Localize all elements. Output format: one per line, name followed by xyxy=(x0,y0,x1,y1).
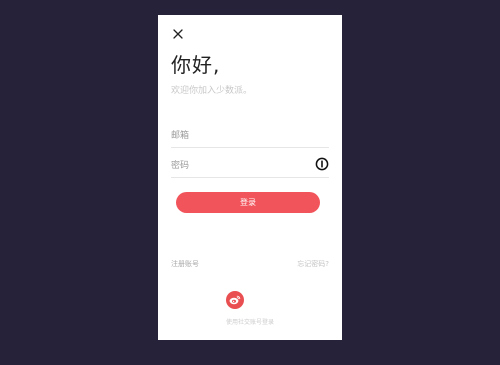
close-button[interactable] xyxy=(171,27,185,41)
password-field-row xyxy=(171,157,329,178)
register-link[interactable]: 注册账号 xyxy=(171,259,199,269)
email-field-row xyxy=(171,127,329,148)
page-title: 你好, xyxy=(171,53,221,77)
login-button[interactable]: 登录 xyxy=(176,192,320,213)
welcome-text: 欢迎你加入少数派。 xyxy=(171,86,253,96)
password-field[interactable] xyxy=(171,157,311,175)
password-visibility-toggle[interactable] xyxy=(315,157,329,171)
forgot-password-link[interactable]: 忘记密码? xyxy=(297,259,329,269)
weibo-login-button[interactable] xyxy=(226,291,244,309)
weibo-icon xyxy=(229,295,241,305)
close-icon xyxy=(173,29,183,39)
email-field[interactable] xyxy=(171,127,311,145)
info-circle-icon xyxy=(315,157,329,171)
login-panel: 你好, 欢迎你加入少数派。 登录 注册账号 忘记密码? xyxy=(158,15,342,340)
social-login-label: 使用社交账号登录 xyxy=(225,319,274,326)
screen-background: 你好, 欢迎你加入少数派。 登录 注册账号 忘记密码? xyxy=(0,0,500,365)
